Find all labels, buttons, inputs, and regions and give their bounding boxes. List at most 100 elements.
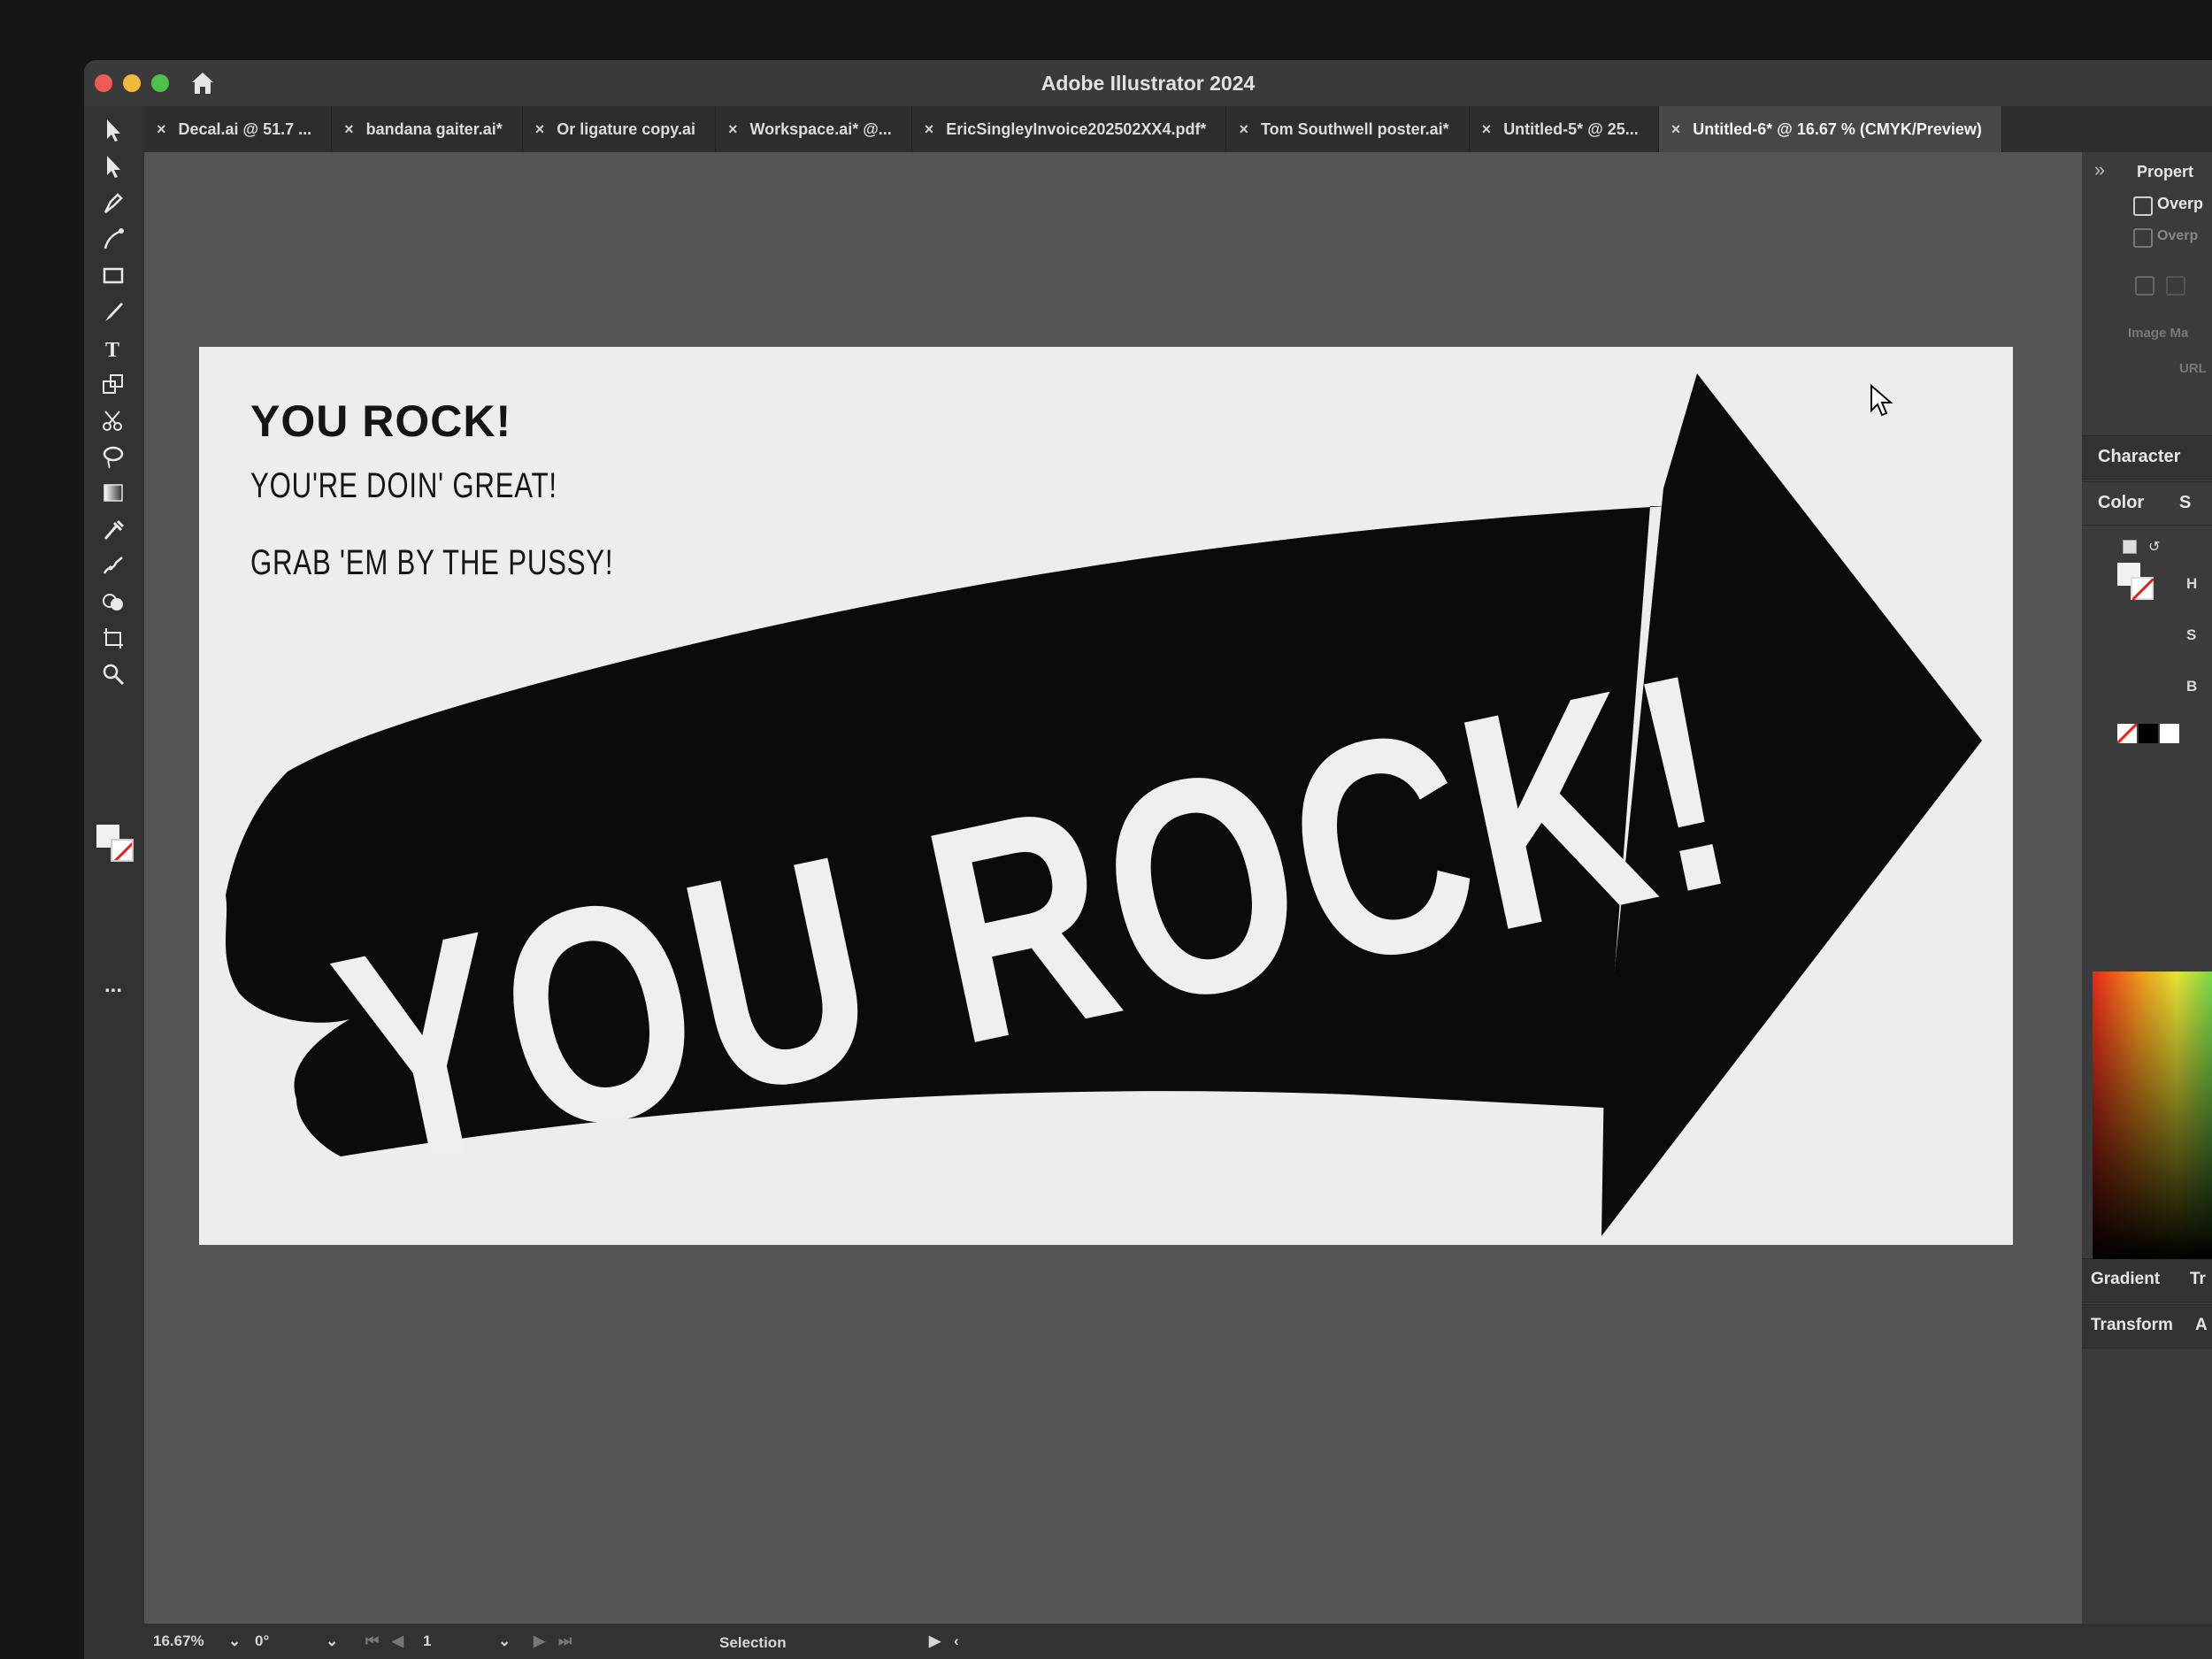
screen: Adobe Illustrator 2024 × Decal.ai @ 51.7 … bbox=[84, 60, 2212, 1659]
tab-close-icon[interactable]: × bbox=[728, 106, 738, 152]
tab-close-icon[interactable]: × bbox=[344, 106, 354, 152]
tab-label: Tom Southwell poster.ai* bbox=[1260, 120, 1449, 138]
transform-panel-header[interactable]: Transform A bbox=[2082, 1304, 2212, 1348]
overprint-stroke-label: Overp bbox=[2157, 228, 2199, 243]
selection-tool-icon[interactable] bbox=[96, 115, 130, 145]
type-tool-icon[interactable]: T bbox=[96, 333, 130, 363]
small-subtitle-line-2: GRAB 'EM BY THE PUSSY! bbox=[250, 543, 614, 582]
properties-panel-label: Propert bbox=[2137, 163, 2194, 180]
small-subtitle-line-1: YOU'RE DOIN' GREAT! bbox=[250, 466, 557, 505]
brightness-label: B bbox=[2186, 678, 2198, 695]
shape-builder-tool-icon[interactable] bbox=[96, 587, 130, 617]
first-artboard-icon[interactable]: ⏮ bbox=[365, 1632, 379, 1650]
align-tab-label[interactable]: A bbox=[2195, 1316, 2208, 1335]
swap-colors-icon[interactable]: ↺ bbox=[2148, 538, 2164, 555]
document-tab[interactable]: × EricSingleyInvoice202502XX4.pdf* bbox=[912, 106, 1227, 152]
artboard-number[interactable]: 1 bbox=[423, 1632, 431, 1650]
character-panel-header[interactable]: Character bbox=[2082, 435, 2212, 480]
more-tools-icon[interactable]: ... bbox=[96, 973, 130, 998]
image-map-label: Image Ma bbox=[2128, 326, 2189, 341]
overprint-stroke-checkbox[interactable] bbox=[2133, 228, 2153, 248]
black-color-swatch[interactable] bbox=[2139, 724, 2158, 743]
document-tab[interactable]: × bandana gaiter.ai* bbox=[332, 106, 523, 152]
status-bar: 16.67% ⌄ 0° ⌄ ⏮ ◀ 1 ⌄ ▶ ⏭ Selection ▶ ‹ bbox=[144, 1624, 2212, 1659]
document-tab[interactable]: × Workspace.ai* @... bbox=[716, 106, 912, 152]
tab-label: Or ligature copy.ai bbox=[557, 120, 695, 138]
document-tab[interactable]: × Tom Southwell poster.ai* bbox=[1226, 106, 1470, 152]
tab-close-icon[interactable]: × bbox=[1671, 106, 1681, 152]
zoom-tool-icon[interactable] bbox=[96, 659, 130, 689]
tab-close-icon[interactable]: × bbox=[535, 106, 545, 152]
previous-artboard-icon[interactable]: ◀ bbox=[392, 1632, 403, 1650]
canvas-area[interactable]: YOU ROCK! YOU ROCK! YOU'RE DOIN' GREAT! … bbox=[144, 152, 2082, 1624]
scale-tool-icon[interactable] bbox=[96, 369, 130, 399]
scissors-tool-icon[interactable] bbox=[96, 405, 130, 435]
hue-label: H bbox=[2186, 575, 2198, 592]
status-scroll-left-icon[interactable]: ‹ bbox=[954, 1632, 959, 1650]
artboard-dropdown-chevron-icon[interactable]: ⌄ bbox=[498, 1632, 511, 1650]
collapse-panels-button[interactable]: » bbox=[2082, 152, 2117, 188]
overprint-fill-checkbox[interactable] bbox=[2133, 196, 2153, 216]
eyedropper-tool-icon[interactable] bbox=[96, 514, 130, 544]
tab-label: bandana gaiter.ai* bbox=[365, 120, 503, 138]
next-artboard-icon[interactable]: ▶ bbox=[534, 1632, 545, 1650]
url-label: URL bbox=[2179, 361, 2207, 376]
app-title: Adobe Illustrator 2024 bbox=[1041, 72, 1256, 95]
artboard[interactable]: YOU ROCK! YOU ROCK! YOU'RE DOIN' GREAT! … bbox=[199, 347, 2013, 1245]
last-artboard-icon[interactable]: ⏭ bbox=[558, 1632, 572, 1650]
tab-close-icon[interactable]: × bbox=[925, 106, 934, 152]
title-bar: Adobe Illustrator 2024 bbox=[84, 60, 2212, 106]
current-tool-name[interactable]: Selection bbox=[719, 1634, 787, 1652]
gradient-panel-label: Gradient bbox=[2091, 1270, 2161, 1288]
tab-label: EricSingleyInvoice202502XX4.pdf* bbox=[946, 120, 1207, 138]
curvature-tool-icon[interactable] bbox=[96, 224, 130, 254]
puppet-warp-tool-icon[interactable] bbox=[96, 550, 130, 580]
rotation-value[interactable]: 0° bbox=[255, 1632, 269, 1650]
mouse-cursor-icon bbox=[1870, 384, 1893, 417]
tab-label: Untitled-5* @ 25... bbox=[1503, 120, 1639, 138]
artboard-tool-icon[interactable] bbox=[96, 623, 130, 653]
rectangle-tool-icon[interactable] bbox=[96, 260, 130, 290]
tools-panel: T... bbox=[84, 106, 144, 1659]
option-box-2[interactable] bbox=[2166, 276, 2185, 296]
document-tab[interactable]: × Or ligature copy.ai bbox=[523, 106, 716, 152]
tab-close-icon[interactable]: × bbox=[1239, 106, 1248, 152]
transparency-tab-label[interactable]: Tr bbox=[2190, 1270, 2206, 1289]
color-panel-label: Color bbox=[2098, 493, 2145, 512]
color-panel-header[interactable]: Color S bbox=[2082, 481, 2212, 526]
stroke-color-swatch[interactable] bbox=[2131, 577, 2155, 602]
tab-close-icon[interactable]: × bbox=[1482, 106, 1492, 152]
rotation-dropdown-chevron-icon[interactable]: ⌄ bbox=[326, 1632, 338, 1650]
default-colors-icon[interactable] bbox=[2123, 540, 2137, 554]
option-box-1[interactable] bbox=[2135, 276, 2154, 296]
properties-panel: Propert Overp Overp Image Ma URL Charact… bbox=[2082, 152, 2212, 1624]
character-panel-label: Character bbox=[2098, 447, 2181, 466]
fill-stroke-swatch[interactable] bbox=[96, 825, 135, 864]
transform-panel-label: Transform bbox=[2091, 1316, 2173, 1334]
document-tab[interactable]: × Untitled-6* @ 16.67 % (CMYK/Preview) bbox=[1658, 106, 2002, 152]
overprint-fill-label: Overp bbox=[2157, 195, 2204, 212]
tab-label: Workspace.ai* @... bbox=[749, 120, 892, 138]
document-tab-bar: × Decal.ai @ 51.7 ... × bandana gaiter.ai* ×… bbox=[144, 106, 2212, 152]
status-menu-arrow-icon[interactable]: ▶ bbox=[929, 1632, 941, 1650]
color-spectrum[interactable] bbox=[2093, 972, 2212, 1259]
tab-label: Untitled-6* @ 16.67 % (CMYK/Preview) bbox=[1693, 120, 1982, 138]
swatches-tab-label[interactable]: S bbox=[2179, 493, 2191, 513]
saturation-label: S bbox=[2186, 626, 2197, 643]
zoom-level[interactable]: 16.67% bbox=[153, 1632, 204, 1650]
document-tab[interactable]: × Decal.ai @ 51.7 ... bbox=[144, 106, 333, 152]
direct-selection-tool-icon[interactable] bbox=[96, 151, 130, 181]
paintbrush-tool-icon[interactable] bbox=[96, 296, 130, 326]
small-title-text: YOU ROCK! bbox=[250, 396, 512, 446]
svg-text:T: T bbox=[105, 339, 119, 361]
tab-close-icon[interactable]: × bbox=[157, 106, 166, 152]
tab-label: Decal.ai @ 51.7 ... bbox=[178, 120, 312, 138]
zoom-dropdown-chevron-icon[interactable]: ⌄ bbox=[228, 1632, 241, 1650]
document-tab[interactable]: × Untitled-5* @ 25... bbox=[1470, 106, 1659, 152]
none-color-swatch[interactable] bbox=[2116, 722, 2139, 745]
gradient-panel-header[interactable]: Gradient Tr bbox=[2082, 1258, 2212, 1302]
pen-tool-icon[interactable] bbox=[96, 188, 130, 218]
gradient-tool-icon[interactable] bbox=[96, 478, 130, 508]
white-color-swatch[interactable] bbox=[2160, 724, 2179, 743]
lasso-tool-icon[interactable] bbox=[96, 442, 130, 472]
